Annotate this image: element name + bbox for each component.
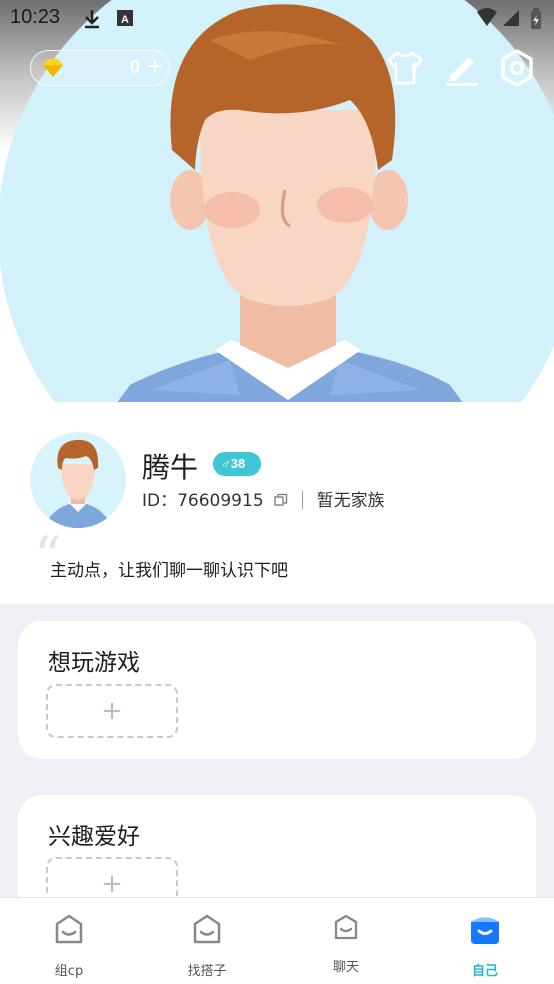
tab-label: 自己 <box>471 964 498 979</box>
tab-chat[interactable]: 聊天 <box>277 898 415 984</box>
signature-text[interactable]: 主动点，让我们聊一聊认识下吧 <box>50 556 288 581</box>
copy-icon[interactable] <box>273 492 288 506</box>
add-game-button[interactable]: + <box>46 684 178 738</box>
games-card: 想玩游戏 + <box>18 621 536 759</box>
plus-icon: + <box>101 696 123 726</box>
profile-card: 腾牛 ♂38 ID：76609915 暂无家族 “ 主动点，让我们聊一聊认识下吧 <box>0 402 554 604</box>
games-title: 想玩游戏 <box>48 650 140 676</box>
box-face-icon <box>189 912 225 948</box>
id-line: ID：76609915 暂无家族 <box>142 486 385 511</box>
box-face-icon <box>51 912 87 948</box>
hobbies-title: 兴趣爱好 <box>48 824 140 850</box>
box-face-filled-icon <box>467 912 503 948</box>
add-gems-button[interactable]: + <box>143 55 167 79</box>
gem-icon <box>41 58 65 82</box>
shirt-icon[interactable] <box>385 48 425 88</box>
family-status: 暂无家族 <box>316 491 385 511</box>
tab-self[interactable]: 自己 <box>416 898 554 984</box>
battery-icon <box>530 8 542 34</box>
tab-label: 聊天 <box>332 960 359 975</box>
tab-label: 组cp <box>54 964 84 979</box>
wifi-icon <box>476 8 498 32</box>
status-bar: 10:23 A <box>0 0 554 38</box>
avatar[interactable] <box>30 432 126 528</box>
gem-balance-pill[interactable]: 0 + <box>30 50 170 86</box>
keyboard-a-icon: A <box>116 8 134 32</box>
tab-label: 找搭子 <box>187 964 227 979</box>
box-face-icon <box>328 910 364 946</box>
tab-zucp[interactable]: 组cp <box>0 898 138 984</box>
download-icon <box>82 8 102 34</box>
settings-icon[interactable] <box>497 48 537 88</box>
tab-find-partner[interactable]: 找搭子 <box>138 898 276 984</box>
divider <box>301 491 303 509</box>
signal-icon <box>502 8 520 32</box>
edit-icon[interactable] <box>442 48 482 88</box>
svg-text:A: A <box>121 14 129 26</box>
gender-age-badge: ♂38 <box>213 452 261 476</box>
bottom-tab-bar: 组cp 找搭子 聊天 自己 <box>0 897 554 984</box>
user-id: ID：76609915 <box>142 491 264 511</box>
status-time: 10:23 <box>10 6 61 28</box>
nickname: 腾牛 <box>142 451 199 484</box>
